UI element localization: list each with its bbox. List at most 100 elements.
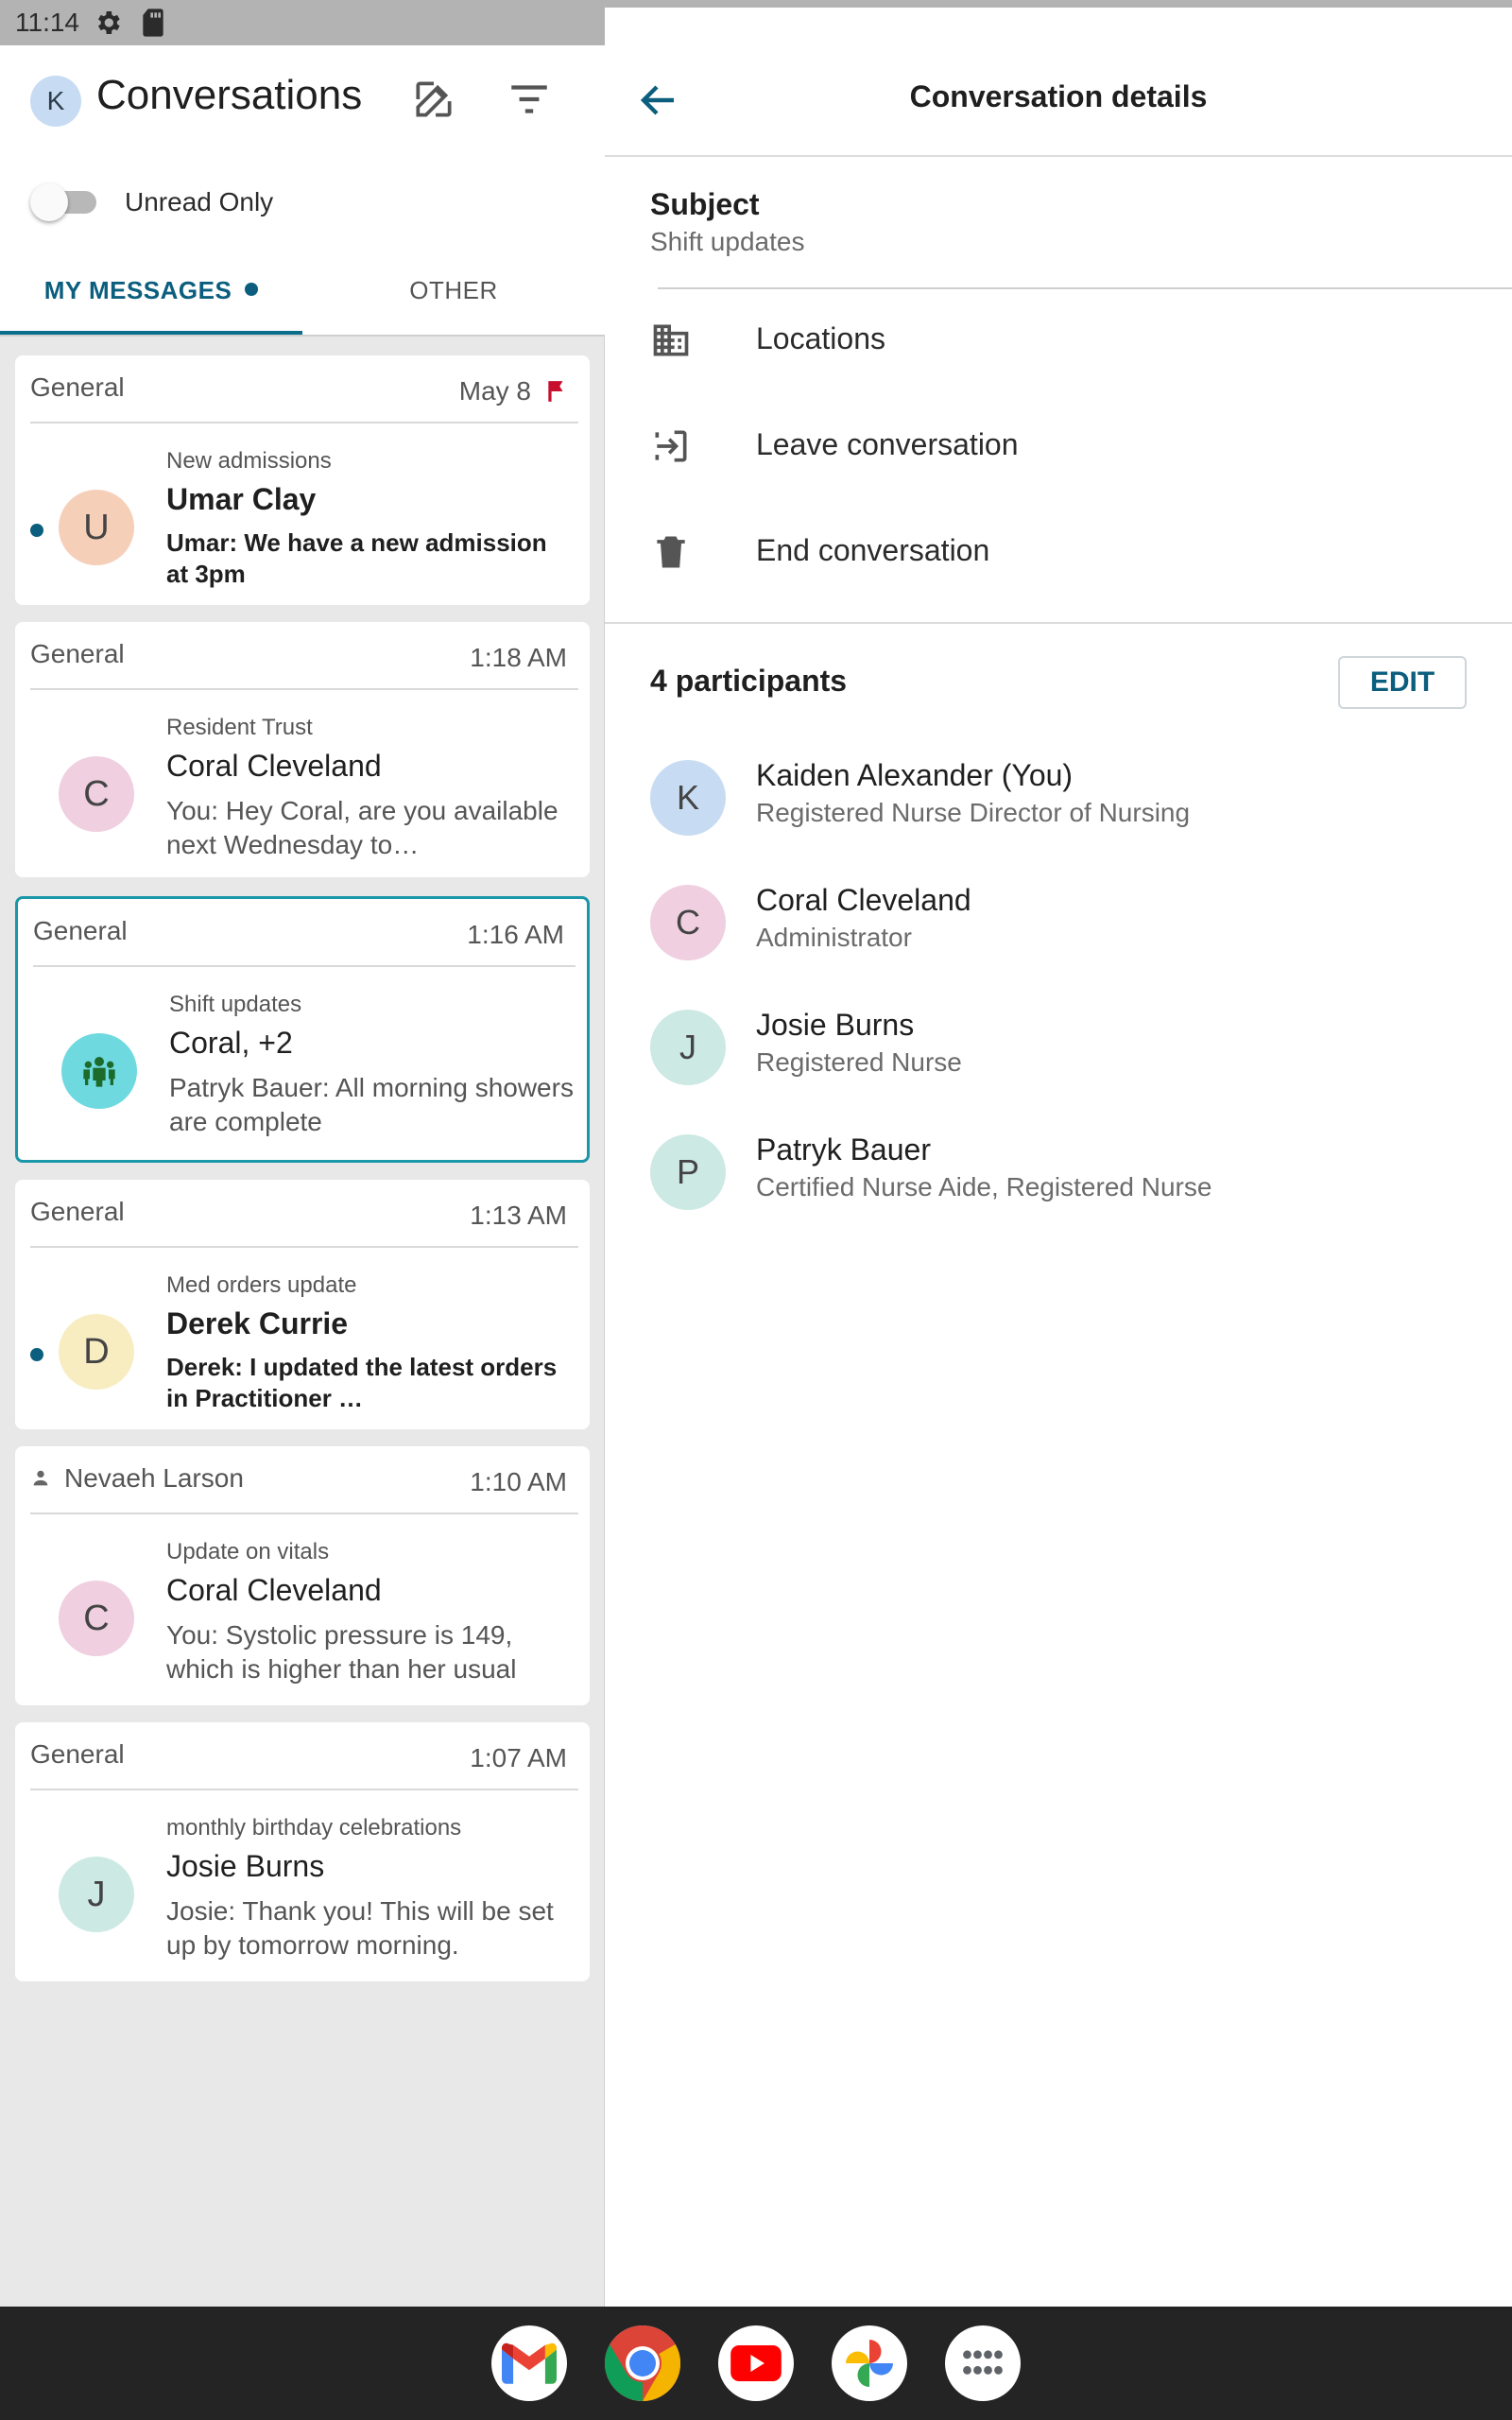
actions-divider <box>605 622 1512 624</box>
conversation-name: Coral Cleveland <box>166 1573 382 1607</box>
conversation-name: Derek Currie <box>166 1306 349 1340</box>
conversation-preview: Umar: We have a new admission at 3pm <box>166 528 547 588</box>
participant-role: Certified Nurse Aide, Registered Nurse <box>756 1172 1212 1201</box>
tab-other-label: OTHER <box>409 276 498 304</box>
youtube-app[interactable] <box>718 2325 794 2401</box>
subject-label: Subject <box>650 187 760 221</box>
conversation-time: 1:10 AM <box>470 1467 567 1496</box>
tab-my-messages[interactable]: MY MESSAGES <box>0 276 302 337</box>
conversation-preview: Derek: I updated the latest orders in Pr… <box>166 1353 558 1412</box>
participant-role: Registered Nurse <box>756 1047 962 1077</box>
end-conversation-label: End conversation <box>756 533 990 567</box>
group-icon <box>83 1057 115 1087</box>
leave-conversation-label: Leave conversation <box>756 427 1019 461</box>
conversation-card[interactable]: General 1:18 AM C Resident Trust Coral C… <box>15 622 590 877</box>
tab-divider <box>0 335 605 337</box>
app-dock <box>0 2307 1512 2420</box>
conversation-category: General <box>30 639 125 668</box>
subject-value: Shift updates <box>650 227 805 256</box>
user-avatar[interactable]: K <box>30 76 81 127</box>
conversation-category: General <box>30 372 125 402</box>
toggle-thumb <box>30 183 68 221</box>
card-divider <box>30 422 578 424</box>
person-icon <box>33 1470 48 1485</box>
card-divider <box>30 1246 578 1248</box>
participant-name: Patryk Bauer <box>756 1132 931 1167</box>
flag-icon <box>548 380 563 402</box>
compose-icon[interactable] <box>410 76 457 123</box>
conversation-subject: Resident Trust <box>166 715 313 740</box>
group-avatar <box>61 1033 137 1109</box>
status-time: 11:14 <box>15 8 79 37</box>
avatar: C <box>59 756 134 832</box>
youtube-icon <box>730 2345 782 2381</box>
conversation-preview: You: Hey Coral, are you available next W… <box>166 796 558 859</box>
conversation-subject: New admissions <box>166 448 332 474</box>
avatar: J <box>59 1857 134 1932</box>
locations-button[interactable]: Locations <box>650 314 1482 371</box>
end-conversation-button[interactable]: End conversation <box>650 526 1482 582</box>
conversation-category: General <box>30 1197 125 1226</box>
photos-icon <box>846 2340 893 2387</box>
unread-only-toggle[interactable] <box>30 183 100 221</box>
conversation-name: Umar Clay <box>166 482 317 516</box>
gmail-app[interactable] <box>491 2325 567 2401</box>
participant-row[interactable]: C Coral Cleveland Administrator <box>650 883 1482 968</box>
conversation-category: General <box>30 1739 125 1769</box>
trash-icon <box>657 536 685 568</box>
edit-participants-button[interactable]: EDIT <box>1338 656 1467 709</box>
participant-avatar: P <box>650 1134 726 1210</box>
conversations-header: K Conversations Unread Only MY MESSAGES … <box>0 45 605 337</box>
participant-row[interactable]: K Kaiden Alexander (You) Registered Nurs… <box>650 758 1482 843</box>
gmail-icon <box>502 2342 557 2384</box>
participant-row[interactable]: P Patryk Bauer Certified Nurse Aide, Reg… <box>650 1132 1482 1218</box>
conversation-card[interactable]: General May 8 U New admissions Umar Clay… <box>15 355 590 605</box>
details-title: Conversation details <box>909 79 1208 113</box>
leave-conversation-button[interactable]: Leave conversation <box>650 420 1482 476</box>
conversation-time: 1:13 AM <box>470 1201 567 1230</box>
filter-icon[interactable] <box>505 76 554 123</box>
conversation-time: 1:18 AM <box>470 643 567 672</box>
header-divider <box>605 155 1512 157</box>
status-bar: 11:14 <box>0 0 1512 2269</box>
participant-avatar: K <box>650 760 726 836</box>
conversation-card[interactable]: Nevaeh Larson 1:10 AM C Update on vitals… <box>15 1446 590 1705</box>
conversation-card-selected[interactable]: General 1:16 AM Shift updates Coral, +2 … <box>15 896 590 1163</box>
conversation-card[interactable]: General 1:07 AM J monthly birthday celeb… <box>15 1722 590 1981</box>
participants-count: 4 participants <box>650 664 848 698</box>
conversation-details-pane: Conversation details Subject Shift updat… <box>605 45 1512 2307</box>
participant-role: Registered Nurse Director of Nursing <box>756 798 1191 827</box>
tab-my-messages-label: MY MESSAGES <box>43 276 232 304</box>
app-drawer-icon <box>963 2350 1003 2375</box>
conversation-name: Josie Burns <box>166 1849 325 1883</box>
conversation-category: General <box>33 916 128 945</box>
card-divider <box>30 1789 578 1790</box>
settings-gear-icon <box>98 11 120 34</box>
conversation-name: Coral Cleveland <box>166 749 382 783</box>
participant-role: Administrator <box>756 923 912 952</box>
conversation-subject: Med orders update <box>166 1272 357 1298</box>
conversation-name: Coral, +2 <box>169 1026 293 1060</box>
tab-other[interactable]: OTHER <box>302 276 605 337</box>
participant-name: Coral Cleveland <box>756 883 971 917</box>
participant-row[interactable]: J Josie Burns Registered Nurse <box>650 1008 1482 1093</box>
conversation-preview: You: Systolic pressure is 149, which is … <box>166 1620 517 1684</box>
building-icon <box>653 324 689 356</box>
card-divider <box>30 1512 578 1514</box>
app-drawer[interactable] <box>945 2325 1021 2401</box>
locations-label: Locations <box>756 321 885 355</box>
unread-dot <box>30 1348 43 1361</box>
unread-only-label: Unread Only <box>125 187 274 216</box>
chrome-icon <box>605 2325 680 2401</box>
conversation-subject: Update on vitals <box>166 1539 330 1564</box>
conversation-time: 1:16 AM <box>467 920 564 949</box>
photos-app[interactable] <box>832 2325 907 2401</box>
conversation-category: Nevaeh Larson <box>30 1463 244 1494</box>
conversation-card[interactable]: General 1:13 AM D Med orders update Dere… <box>15 1180 590 1429</box>
participant-avatar: J <box>650 1010 726 1085</box>
participant-name: Josie Burns <box>756 1008 915 1042</box>
conversation-time: 1:07 AM <box>470 1743 567 1772</box>
chrome-app[interactable] <box>605 2325 680 2401</box>
conversation-subject: monthly birthday celebrations <box>166 1815 462 1841</box>
conversations-pane: K Conversations Unread Only MY MESSAGES … <box>0 45 605 2307</box>
